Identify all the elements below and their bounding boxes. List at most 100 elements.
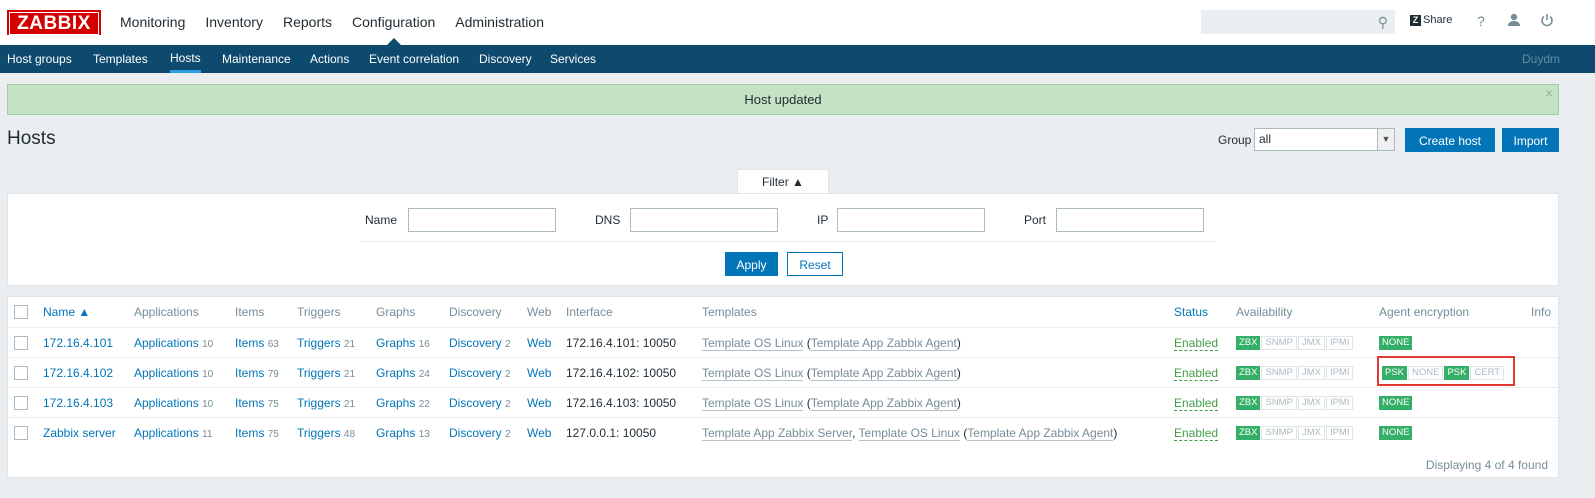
triggers-count: 21 [343,369,356,380]
items-link[interactable]: Items [235,336,264,350]
subnav-actions[interactable]: Actions [310,45,349,73]
subnav-services[interactable]: Services [550,45,596,73]
nav-administration[interactable]: Administration [445,0,554,45]
create-host-button[interactable]: Create host [1405,128,1495,152]
subnav-maintenance[interactable]: Maintenance [222,45,291,73]
triggers-link[interactable]: Triggers [297,366,341,380]
applications-count: 10 [202,369,214,380]
filter-ip-label: IP [817,213,829,227]
status-toggle[interactable]: Enabled [1174,336,1219,351]
applications-link[interactable]: Applications [134,426,199,440]
search-input[interactable]: ⚲ [1201,10,1395,34]
select-all-checkbox[interactable] [14,305,28,319]
parent-template-link[interactable]: Template App Zabbix Agent [810,366,957,381]
header-applications: Applications [134,305,199,319]
web-link[interactable]: Web [527,336,551,350]
triggers-link[interactable]: Triggers [297,396,341,410]
table-row: Zabbix server Applications 11 Items 75 T… [8,417,1558,448]
graphs-link[interactable]: Graphs [376,366,415,380]
ipmi-badge: IPMI [1325,365,1354,380]
discovery-link[interactable]: Discovery [449,366,502,380]
filter-name-label: Name [365,213,398,227]
row-checkbox[interactable] [14,336,28,350]
sub-nav: Host groups Templates Hosts Maintenance … [0,45,1595,73]
sign-out-icon[interactable] [1540,13,1554,31]
filter-port-input[interactable] [1056,208,1204,232]
subnav-event-correlation[interactable]: Event correlation [369,45,459,73]
graphs-link[interactable]: Graphs [376,426,415,440]
triggers-link[interactable]: Triggers [297,426,341,440]
host-name-link[interactable]: 172.16.4.103 [43,396,113,410]
items-link[interactable]: Items [235,366,264,380]
nav-inventory[interactable]: Inventory [195,0,273,45]
host-name-link[interactable]: 172.16.4.101 [43,336,113,350]
parent-template-link[interactable]: Template App Zabbix Agent [810,396,957,411]
web-link[interactable]: Web [527,426,551,440]
group-select[interactable]: all ▼ [1254,128,1395,151]
applications-count: 10 [202,339,214,350]
snmp-badge: SNMP [1261,365,1297,380]
filter-port-label: Port [1024,213,1047,227]
template-link[interactable]: Template App Zabbix Server [702,426,853,441]
user-profile-icon[interactable] [1507,13,1521,31]
filter-dns-input[interactable] [630,208,778,232]
header-status[interactable]: Status [1174,305,1208,319]
nav-monitoring[interactable]: Monitoring [110,0,195,45]
apply-button[interactable]: Apply [725,252,778,276]
items-link[interactable]: Items [235,396,264,410]
discovery-count: 2 [505,429,511,440]
zabbix-share-icon: Z [1410,14,1421,26]
host-name-link[interactable]: Zabbix server [43,426,116,440]
applications-link[interactable]: Applications [134,336,199,350]
nav-configuration[interactable]: Configuration [342,0,445,45]
nav-reports[interactable]: Reports [273,0,342,45]
applications-link[interactable]: Applications [134,366,199,380]
subnav-host-groups[interactable]: Host groups [7,45,72,73]
group-label: Group [1218,133,1252,147]
template-link[interactable]: Template OS Linux [702,396,804,411]
template-link[interactable]: Template OS Linux [858,426,960,441]
filter-name-input[interactable] [408,208,556,232]
hosts-table: Name ▲ Applications Items Triggers Graph… [7,296,1559,478]
status-toggle[interactable]: Enabled [1174,426,1219,441]
header-web: Web [527,305,552,319]
subnav-discovery[interactable]: Discovery [479,45,532,73]
filter-tab[interactable]: Filter ▲ [737,169,829,194]
subnav-templates[interactable]: Templates [93,45,148,73]
graphs-link[interactable]: Graphs [376,336,415,350]
template-link[interactable]: Template OS Linux [702,366,804,381]
filter-divider [360,241,1216,242]
web-link[interactable]: Web [527,366,551,380]
discovery-link[interactable]: Discovery [449,426,502,440]
items-link[interactable]: Items [235,426,264,440]
row-checkbox[interactable] [14,396,28,410]
parent-template-link[interactable]: Template App Zabbix Agent [810,336,957,351]
header-name[interactable]: Name ▲ [43,305,90,319]
filter-ip-input[interactable] [837,208,985,232]
discovery-link[interactable]: Discovery [449,396,502,410]
row-checkbox[interactable] [14,426,28,440]
parent-template-link[interactable]: Template App Zabbix Agent [967,426,1114,441]
reset-button[interactable]: Reset [787,252,843,276]
host-name-link[interactable]: 172.16.4.102 [43,366,113,380]
page-title: Hosts [7,128,56,149]
items-count: 63 [267,339,279,350]
search-icon[interactable]: ⚲ [1378,14,1388,31]
subnav-hosts[interactable]: Hosts [170,45,201,73]
import-button[interactable]: Import [1502,128,1559,152]
zabbix-logo[interactable]: ZABBIX [7,10,101,35]
graphs-link[interactable]: Graphs [376,396,415,410]
applications-link[interactable]: Applications [134,396,199,410]
share-button[interactable]: Z Share [1410,14,1452,26]
status-toggle[interactable]: Enabled [1174,366,1219,381]
table-row: 172.16.4.102 Applications 10 Items 79 Tr… [8,357,1558,388]
close-icon[interactable]: × [1545,79,1553,108]
template-link[interactable]: Template OS Linux [702,336,804,351]
row-checkbox[interactable] [14,366,28,380]
status-toggle[interactable]: Enabled [1174,396,1219,411]
help-icon[interactable]: ? [1477,13,1485,29]
triggers-link[interactable]: Triggers [297,336,341,350]
discovery-link[interactable]: Discovery [449,336,502,350]
web-link[interactable]: Web [527,396,551,410]
availability-badges: ZBX SNMP JMX IPMI [1236,425,1354,440]
